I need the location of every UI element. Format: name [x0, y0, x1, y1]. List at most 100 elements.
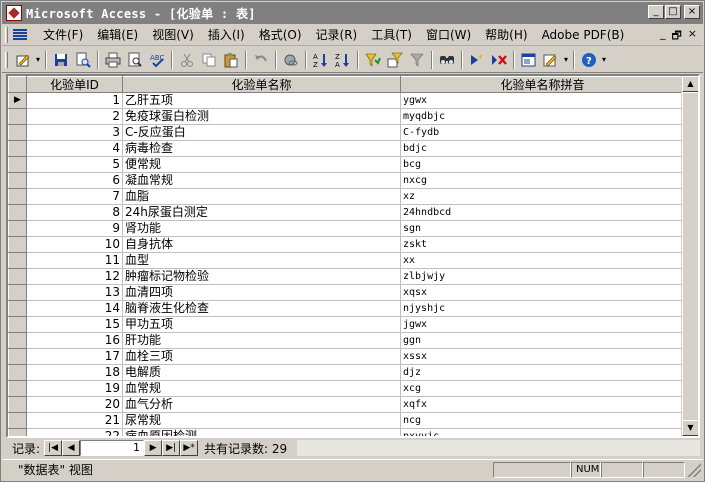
record-selector[interactable] [8, 268, 27, 285]
scroll-up-arrow-icon[interactable]: ▲ [682, 76, 698, 92]
cell-pinyin[interactable]: njyshjc [400, 300, 681, 317]
column-header-name[interactable]: 化验单名称 [122, 76, 401, 93]
hyperlink-icon[interactable] [280, 49, 302, 71]
last-record-button[interactable]: ▶| [162, 440, 181, 456]
find-icon[interactable] [436, 49, 458, 71]
cell-pinyin[interactable]: sgn [400, 220, 681, 237]
record-selector[interactable] [8, 396, 27, 413]
delete-record-icon[interactable] [488, 49, 510, 71]
cell-name[interactable]: 血栓三项 [122, 348, 401, 365]
current-record-field[interactable]: 1 [80, 440, 145, 456]
save-icon[interactable] [50, 49, 72, 71]
horizontal-scroll-area[interactable] [297, 440, 700, 456]
cell-id[interactable]: 14 [26, 300, 123, 317]
cell-pinyin[interactable]: xcg [400, 380, 681, 397]
cell-name[interactable]: 血清四项 [122, 284, 401, 301]
cell-id[interactable]: 10 [26, 236, 123, 253]
table-row[interactable]: 9 肾功能 sgn [8, 220, 681, 237]
cell-pinyin[interactable]: jgwx [400, 316, 681, 333]
copy-icon[interactable] [198, 49, 220, 71]
record-selector[interactable] [8, 204, 27, 221]
access-app-icon[interactable] [6, 5, 22, 21]
toolbar-grip[interactable] [5, 51, 8, 68]
doc-minimize-button[interactable]: _ [660, 27, 666, 46]
table-row[interactable]: 10 自身抗体 zskt [8, 236, 681, 253]
next-record-button[interactable]: ▶ [144, 440, 163, 456]
menu-records[interactable]: 记录(R) [309, 26, 365, 44]
cell-id[interactable]: 1 [26, 92, 123, 109]
filter-by-selection-icon[interactable] [362, 49, 384, 71]
minimize-button[interactable]: _ [648, 5, 664, 19]
sort-descending-icon[interactable]: ZA [332, 49, 354, 71]
cell-name[interactable]: 血型 [122, 252, 401, 269]
new-object-icon[interactable] [540, 49, 562, 71]
record-selector[interactable] [8, 188, 27, 205]
cell-name[interactable]: 病血原因检测 [122, 428, 401, 436]
cell-name[interactable]: 便常规 [122, 156, 401, 173]
record-selector[interactable] [8, 172, 27, 189]
table-row[interactable]: 5 便常规 bcg [8, 156, 681, 173]
cell-id[interactable]: 12 [26, 268, 123, 285]
record-selector[interactable] [8, 380, 27, 397]
table-row[interactable]: 21 尿常规 ncg [8, 412, 681, 429]
menu-insert[interactable]: 插入(I) [201, 26, 252, 44]
cell-pinyin[interactable]: xx [400, 252, 681, 269]
sort-ascending-icon[interactable]: AZ [310, 49, 332, 71]
print-icon[interactable] [102, 49, 124, 71]
database-window-icon[interactable] [518, 49, 540, 71]
cell-pinyin[interactable]: zlbjwjy [400, 268, 681, 285]
cell-id[interactable]: 13 [26, 284, 123, 301]
cell-id[interactable]: 21 [26, 412, 123, 429]
column-header-pinyin[interactable]: 化验单名称拼音 [400, 76, 681, 93]
record-selector[interactable] [8, 428, 27, 436]
cut-icon[interactable] [176, 49, 198, 71]
record-selector[interactable] [8, 316, 27, 333]
cell-pinyin[interactable]: 24hndbcd [400, 204, 681, 221]
cell-name[interactable]: 自身抗体 [122, 236, 401, 253]
cell-id[interactable]: 16 [26, 332, 123, 349]
cell-pinyin[interactable]: xqfx [400, 396, 681, 413]
cell-id[interactable]: 8 [26, 204, 123, 221]
view-dropdown-icon[interactable]: ▾ [34, 55, 42, 64]
design-view-icon[interactable] [12, 49, 34, 71]
cell-id[interactable]: 18 [26, 364, 123, 381]
search-file-icon[interactable] [72, 49, 94, 71]
scroll-down-arrow-icon[interactable]: ▼ [682, 420, 698, 436]
table-row[interactable]: 16 肝功能 ggn [8, 332, 681, 349]
table-row[interactable]: 8 24h尿蛋白测定 24hndbcd [8, 204, 681, 221]
table-row[interactable]: 13 血清四项 xqsx [8, 284, 681, 301]
cell-id[interactable]: 9 [26, 220, 123, 237]
filter-by-form-icon[interactable] [384, 49, 406, 71]
table-row[interactable]: 11 血型 xx [8, 252, 681, 269]
cell-id[interactable]: 6 [26, 172, 123, 189]
menu-edit[interactable]: 编辑(E) [90, 26, 145, 44]
title-bar[interactable]: Microsoft Access - [化验单 : 表] _ □ × [2, 2, 703, 24]
record-selector[interactable] [8, 236, 27, 253]
cell-pinyin[interactable]: bcg [400, 156, 681, 173]
cell-name[interactable]: 乙肝五项 [122, 92, 401, 109]
cell-id[interactable]: 19 [26, 380, 123, 397]
cell-pinyin[interactable]: zskt [400, 236, 681, 253]
scrollbar-thumb[interactable] [682, 92, 698, 432]
table-row[interactable]: 15 甲功五项 jgwx [8, 316, 681, 333]
table-row[interactable]: 22病血原因检测pxyyjc [8, 428, 681, 436]
table-row[interactable]: 7 血脂 xz [8, 188, 681, 205]
record-selector[interactable] [8, 300, 27, 317]
previous-record-button[interactable]: ◀ [62, 440, 81, 456]
cell-pinyin[interactable]: ggn [400, 332, 681, 349]
cell-name[interactable]: 24h尿蛋白测定 [122, 204, 401, 221]
first-record-button[interactable]: |◀ [44, 440, 63, 456]
table-row[interactable]: 14 脑脊液生化检查 njyshjc [8, 300, 681, 317]
cell-pinyin[interactable]: ncg [400, 412, 681, 429]
spelling-icon[interactable]: ABC [146, 49, 168, 71]
cell-pinyin[interactable]: djz [400, 364, 681, 381]
cell-pinyin[interactable]: bdjc [400, 140, 681, 157]
cell-name[interactable]: 肝功能 [122, 332, 401, 349]
cell-id[interactable]: 11 [26, 252, 123, 269]
menu-view[interactable]: 视图(V) [145, 26, 201, 44]
table-row[interactable]: 2 免疫球蛋白检测 myqdbjc [8, 108, 681, 125]
table-row[interactable]: 18 电解质 djz [8, 364, 681, 381]
doc-close-button[interactable]: × [688, 27, 697, 46]
record-selector[interactable]: ▶ [8, 92, 27, 109]
cell-name[interactable]: 尿常规 [122, 412, 401, 429]
